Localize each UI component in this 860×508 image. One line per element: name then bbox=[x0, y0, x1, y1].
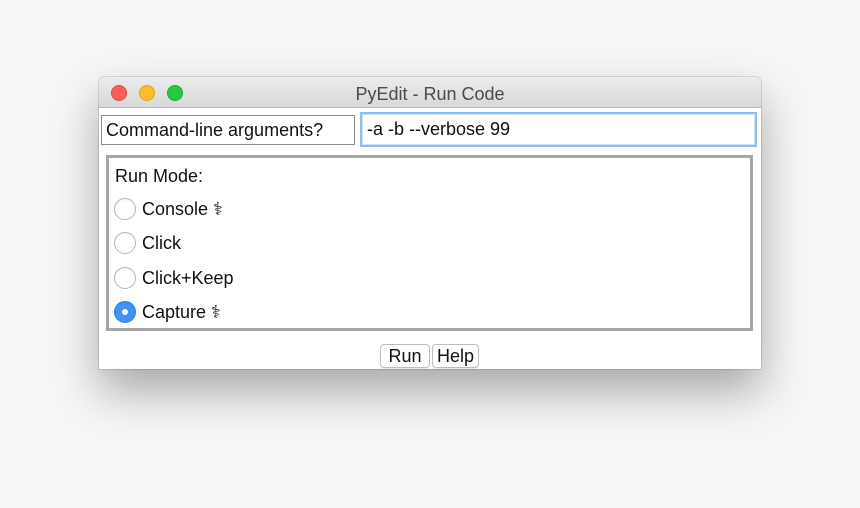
title-bar[interactable]: PyEdit - Run Code bbox=[99, 77, 761, 108]
run-mode-group: Run Mode: Console ⚕ Click Click+Keep Cap… bbox=[106, 155, 753, 331]
command-line-arguments-label: Command-line arguments? bbox=[101, 115, 355, 145]
help-button[interactable]: Help bbox=[432, 344, 479, 368]
run-mode-title: Run Mode: bbox=[115, 166, 204, 186]
run-mode-option-click-keep[interactable]: Click+Keep bbox=[114, 264, 414, 292]
capture-option-label: Capture ⚕ bbox=[142, 302, 221, 322]
click-radio-button[interactable] bbox=[114, 232, 136, 254]
command-line-arguments-input[interactable] bbox=[360, 112, 757, 147]
click-keep-option-label: Click+Keep bbox=[142, 268, 234, 288]
run-button[interactable]: Run bbox=[380, 344, 430, 368]
console-radio-button[interactable] bbox=[114, 198, 136, 220]
click-keep-radio-button[interactable] bbox=[114, 267, 136, 289]
click-option-label: Click bbox=[142, 233, 181, 253]
run-code-window: PyEdit - Run Code Command-line arguments… bbox=[99, 77, 761, 369]
run-mode-option-click[interactable]: Click bbox=[114, 229, 414, 257]
capture-radio-button[interactable] bbox=[114, 301, 136, 323]
run-mode-option-capture[interactable]: Capture ⚕ bbox=[114, 298, 414, 326]
console-option-label: Console ⚕ bbox=[142, 199, 223, 219]
window-title: PyEdit - Run Code bbox=[355, 84, 505, 104]
run-mode-option-console[interactable]: Console ⚕ bbox=[114, 195, 414, 223]
dialog-content: Command-line arguments? Run Mode: Consol… bbox=[99, 108, 761, 369]
